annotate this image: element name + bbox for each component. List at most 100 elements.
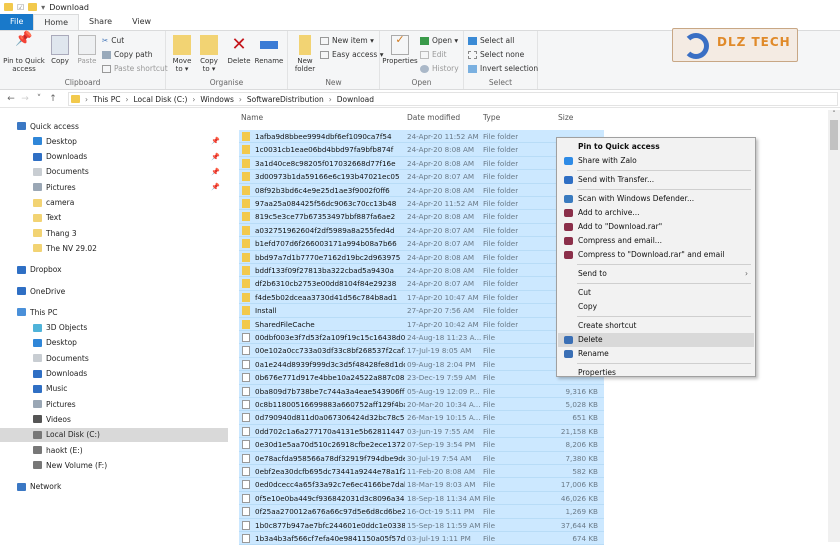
menu-item-send-to[interactable]: Send to › bbox=[558, 267, 754, 281]
cut-button[interactable]: ✂ Cut bbox=[102, 36, 124, 45]
history-button[interactable]: History bbox=[420, 64, 459, 73]
sidebar-item-documents[interactable]: Documents 📌 bbox=[0, 165, 228, 179]
menu-item-rename[interactable]: Rename bbox=[558, 347, 754, 361]
sidebar-item-the-nv-29-02[interactable]: The NV 29.02 bbox=[0, 241, 228, 255]
folder-row[interactable]: 1afba9d8bbee9994dbf6ef1090ca7f54 24-Apr-… bbox=[239, 130, 604, 144]
open-button[interactable]: Open ▾ bbox=[420, 36, 458, 45]
menu-item-cut[interactable]: Cut bbox=[558, 286, 754, 300]
sidebar-item-pictures[interactable]: Pictures 📌 bbox=[0, 180, 228, 194]
breadcrumb-separator-icon[interactable]: › bbox=[125, 95, 128, 104]
menu-item-send-with-transfer[interactable]: Send with Transfer... bbox=[558, 173, 754, 187]
file-row[interactable]: 1b0c877b947ae7bfc244601e0ddc1e03383... 1… bbox=[239, 518, 604, 532]
sidebar-item-network[interactable]: Network bbox=[0, 480, 228, 494]
move-to-button[interactable]: Move to ▾ bbox=[170, 35, 194, 73]
file-row[interactable]: 00e102a0cc733a03df33c8bf268537f2caf3a...… bbox=[239, 344, 604, 358]
menu-item-scan-with-windows-defender[interactable]: Scan with Windows Defender... bbox=[558, 192, 754, 206]
folder-row[interactable]: 1c0031cb1eae06bd4bbd97fa9bfb874f 24-Apr-… bbox=[239, 143, 604, 157]
sidebar-item-text[interactable]: Text bbox=[0, 211, 228, 225]
scroll-up-icon[interactable]: ˄ bbox=[828, 110, 840, 118]
new-item-button[interactable]: New item ▾ bbox=[320, 36, 374, 45]
menu-item-add-to-download-rar[interactable]: Add to "Download.rar" bbox=[558, 220, 754, 234]
file-row[interactable]: 0ebf2ea30dcfb695dc73441a9244e78a1f27... … bbox=[239, 465, 604, 479]
breadcrumb-item[interactable]: Download bbox=[337, 95, 374, 104]
breadcrumb[interactable]: › This PC › Local Disk (C:) › Windows › Softwar… bbox=[68, 92, 838, 106]
file-row[interactable]: 00dbf003e3f7d53f2a109f19c15c16438d0c... … bbox=[239, 331, 604, 345]
file-row[interactable]: 1b3a4b3af566cf7efa40e9841150a05f57d36...… bbox=[239, 532, 604, 545]
copy-button[interactable]: Copy bbox=[48, 35, 72, 65]
breadcrumb-item[interactable]: This PC bbox=[93, 95, 120, 104]
menu-item-pin-to-quick-access[interactable]: Pin to Quick access bbox=[558, 140, 754, 154]
select-all-button[interactable]: Select all bbox=[468, 36, 514, 45]
copy-path-button[interactable]: Copy path bbox=[102, 50, 152, 59]
sidebar-item-downloads[interactable]: Downloads 📌 bbox=[0, 150, 228, 164]
file-row[interactable]: 0d790940d811d0a067306424d32bc78c5b7... 2… bbox=[239, 411, 604, 425]
easy-access-button[interactable]: Easy access ▾ bbox=[320, 50, 384, 59]
properties-button[interactable]: ✓ Properties bbox=[382, 34, 418, 65]
menu-item-compress-to-download-rar-and-email[interactable]: Compress to "Download.rar" and email bbox=[558, 248, 754, 262]
sidebar-item-downloads[interactable]: Downloads bbox=[0, 367, 228, 381]
folder-row[interactable]: b1efd707d6f266003171a994b08a7b66 24-Apr-… bbox=[239, 237, 604, 251]
folder-row[interactable]: 3a1d40ce8c98205f017032668d77f16e 24-Apr-… bbox=[239, 156, 604, 171]
column-header-type[interactable]: Type bbox=[483, 113, 500, 122]
new-folder-button[interactable]: New folder bbox=[290, 35, 320, 73]
folder-row[interactable]: 3d00973b1da59166e6c193b47021ec05 24-Apr-… bbox=[239, 170, 604, 184]
breadcrumb-item[interactable]: Windows bbox=[200, 95, 233, 104]
breadcrumb-separator-icon[interactable]: › bbox=[329, 95, 332, 104]
sidebar-item-desktop[interactable]: Desktop 📌 bbox=[0, 134, 228, 148]
pin-quick-access-button[interactable]: 📌 Pin to Quick access bbox=[2, 32, 46, 73]
sidebar-item-quick-access[interactable]: Quick access bbox=[0, 119, 228, 133]
tab-share[interactable]: Share bbox=[79, 14, 122, 30]
new-folder-icon[interactable] bbox=[28, 3, 38, 11]
file-row[interactable]: 0a1e244d8939f999d3c3d5f48428fe8d1dc3... … bbox=[239, 357, 604, 372]
file-row[interactable]: 0e78acfda958566a78df32919f794dbe9de6... … bbox=[239, 451, 604, 465]
edit-button[interactable]: Edit bbox=[420, 50, 447, 59]
menu-item-create-shortcut[interactable]: Create shortcut bbox=[558, 319, 754, 333]
toolbar-dropdown-icon[interactable]: ▾ bbox=[41, 3, 45, 12]
column-header-name[interactable]: Name bbox=[241, 113, 263, 122]
folder-row[interactable]: 97aa25a084425f56dc9063c70cc13b48 24-Apr-… bbox=[239, 197, 604, 211]
up-arrow-icon[interactable]: ↑ bbox=[46, 94, 60, 104]
folder-row[interactable]: f4de5b02dceaa3730d41d56c784b8ad1 17-Apr-… bbox=[239, 290, 604, 305]
back-arrow-icon[interactable]: ← bbox=[4, 94, 18, 104]
tab-file[interactable]: File bbox=[0, 14, 34, 30]
file-row[interactable]: 0dd702c1a6a277170a4131e5b6281144774... 0… bbox=[239, 424, 604, 439]
sidebar-item-this-pc[interactable]: This PC bbox=[0, 305, 228, 319]
file-row[interactable]: 0b676e771d917e4bbe10a24522a887c081d... 2… bbox=[239, 371, 604, 385]
sidebar-item-videos[interactable]: Videos bbox=[0, 412, 228, 426]
menu-item-compress-and-email[interactable]: Compress and email... bbox=[558, 234, 754, 248]
file-row[interactable]: 0c8b11800516699883a660752aff129f4baf8...… bbox=[239, 398, 604, 412]
menu-item-copy[interactable]: Copy bbox=[558, 300, 754, 314]
folder-row[interactable]: bddf133f09f27813ba322cbad5a9430a 24-Apr-… bbox=[239, 264, 604, 278]
select-none-button[interactable]: Select none bbox=[468, 50, 524, 59]
menu-item-share-with-zalo[interactable]: Share with Zalo bbox=[558, 154, 754, 168]
file-row[interactable]: 0ed0dcecc4a65f33a92c7e6ec4166be7dab... 1… bbox=[239, 478, 604, 492]
menu-item-properties[interactable]: Properties bbox=[558, 366, 754, 380]
folder-row[interactable]: 819c5e3ce77b67353497bbf887fa6ae2 24-Apr-… bbox=[239, 210, 604, 224]
invert-selection-button[interactable]: Invert selection bbox=[468, 64, 538, 73]
forward-arrow-icon[interactable]: → bbox=[18, 94, 32, 104]
sidebar-item-camera[interactable]: camera bbox=[0, 196, 228, 210]
sidebar-item-desktop[interactable]: Desktop bbox=[0, 336, 228, 350]
folder-row[interactable]: 08f92b3bd6c4e9e25d1ae3f9002f0ff6 24-Apr-… bbox=[239, 183, 604, 197]
sidebar-item-local-disk-c-[interactable]: Local Disk (C:) bbox=[0, 427, 228, 442]
delete-button[interactable]: ✕ Delete bbox=[226, 35, 252, 66]
sidebar-item-pictures[interactable]: Pictures bbox=[0, 397, 228, 411]
pin-icon[interactable]: 📌 bbox=[211, 183, 220, 191]
menu-item-add-to-archive[interactable]: Add to archive... bbox=[558, 206, 754, 220]
folder-row[interactable]: df2b6310cb2753e00dd8104f84e29238 24-Apr-… bbox=[239, 277, 604, 291]
file-row[interactable]: 0f5e10e0ba449cf936842031d3c8096a340f... … bbox=[239, 491, 604, 506]
file-row[interactable]: 0e30d1e5aa70d510c26918cfbe2ece1372f3... … bbox=[239, 438, 604, 452]
sidebar-item-onedrive[interactable]: OneDrive bbox=[0, 284, 228, 298]
sidebar-item-documents[interactable]: Documents bbox=[0, 351, 228, 365]
recent-dropdown-icon[interactable]: ˅ bbox=[32, 94, 46, 104]
folder-row[interactable]: a032751962604f2df5989a8a255fed4d 24-Apr-… bbox=[239, 223, 604, 238]
rename-button[interactable]: Rename bbox=[254, 35, 284, 65]
sidebar-item-dropbox[interactable]: Dropbox bbox=[0, 263, 228, 277]
tab-home[interactable]: Home bbox=[33, 14, 80, 30]
column-header-date[interactable]: Date modified bbox=[407, 113, 460, 122]
folder-row[interactable]: bbd97a7d1b7770e7162d19bc2d963975 24-Apr-… bbox=[239, 250, 604, 264]
sidebar-item-thang-3[interactable]: Thang 3 bbox=[0, 226, 228, 240]
menu-item-delete[interactable]: Delete bbox=[558, 333, 754, 347]
sidebar-item-new-volume-f-[interactable]: New Volume (F:) bbox=[0, 458, 228, 472]
sidebar-item-haokt-e-[interactable]: haokt (E:) bbox=[0, 443, 228, 457]
